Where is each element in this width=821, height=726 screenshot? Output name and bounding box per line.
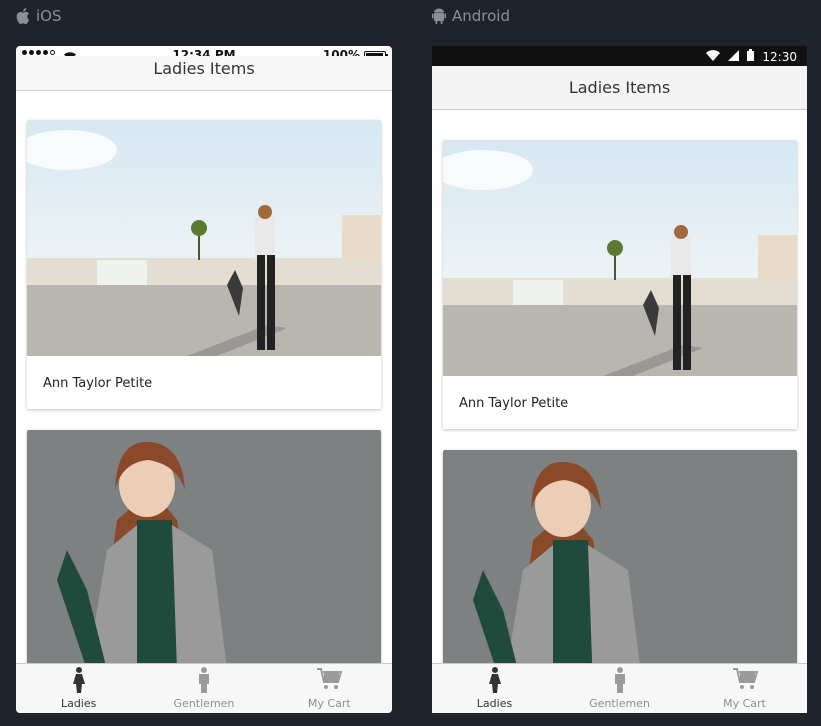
android-phone-screen: 12:30 Ladies Items Ann Taylor Petite Lad… xyxy=(432,46,807,713)
tab-bar: Ladies Gentlemen My Cart xyxy=(16,663,392,713)
tab-label: My Cart xyxy=(307,697,351,710)
item-photo xyxy=(27,430,381,670)
tab-my-cart[interactable]: My Cart xyxy=(682,664,807,713)
tab-label: Ladies xyxy=(476,697,513,710)
battery-icon xyxy=(747,49,755,64)
tab-gentlemen[interactable]: Gentlemen xyxy=(557,664,682,713)
android-platform-label: Android xyxy=(432,6,510,26)
android-status-bar: 12:30 xyxy=(432,46,807,66)
woman-icon xyxy=(488,667,501,693)
ios-label-text: iOS xyxy=(36,7,62,25)
tab-label: Gentlemen xyxy=(589,697,650,710)
cart-icon xyxy=(732,668,758,689)
woman-icon xyxy=(72,667,85,693)
item-card[interactable]: Ann Taylor Petite xyxy=(443,140,797,429)
item-title: Ann Taylor Petite xyxy=(43,376,153,391)
item-photo xyxy=(443,140,797,376)
android-icon xyxy=(432,8,446,24)
item-card[interactable] xyxy=(443,450,797,690)
wifi-icon xyxy=(706,49,721,64)
page-title: Ladies Items xyxy=(16,56,392,91)
ios-platform-label: iOS xyxy=(16,6,62,26)
item-title: Ann Taylor Petite xyxy=(459,396,569,411)
item-card[interactable] xyxy=(27,430,381,670)
cart-icon xyxy=(317,668,343,689)
tab-gentlemen[interactable]: Gentlemen xyxy=(141,664,266,713)
apple-icon xyxy=(16,8,30,24)
tab-ladies[interactable]: Ladies xyxy=(432,664,557,713)
tab-my-cart[interactable]: My Cart xyxy=(267,664,392,713)
tab-label: Gentlemen xyxy=(173,697,235,710)
status-time: 12:30 xyxy=(762,49,797,64)
tab-ladies[interactable]: Ladies xyxy=(16,664,141,713)
ios-phone-screen: 12:34 PM 100% Ladies Items Ann Taylor Pe… xyxy=(16,46,392,713)
page-title: Ladies Items xyxy=(432,66,807,110)
item-card[interactable]: Ann Taylor Petite xyxy=(27,120,381,409)
tab-bar: Ladies Gentlemen My Cart xyxy=(432,663,807,713)
item-photo xyxy=(27,120,381,356)
cell-signal-icon xyxy=(728,49,740,64)
tab-label: Ladies xyxy=(60,697,97,710)
item-photo xyxy=(443,450,797,690)
tab-label: My Cart xyxy=(723,697,766,710)
android-label-text: Android xyxy=(452,7,510,25)
man-icon xyxy=(198,667,209,693)
man-icon xyxy=(614,667,625,693)
